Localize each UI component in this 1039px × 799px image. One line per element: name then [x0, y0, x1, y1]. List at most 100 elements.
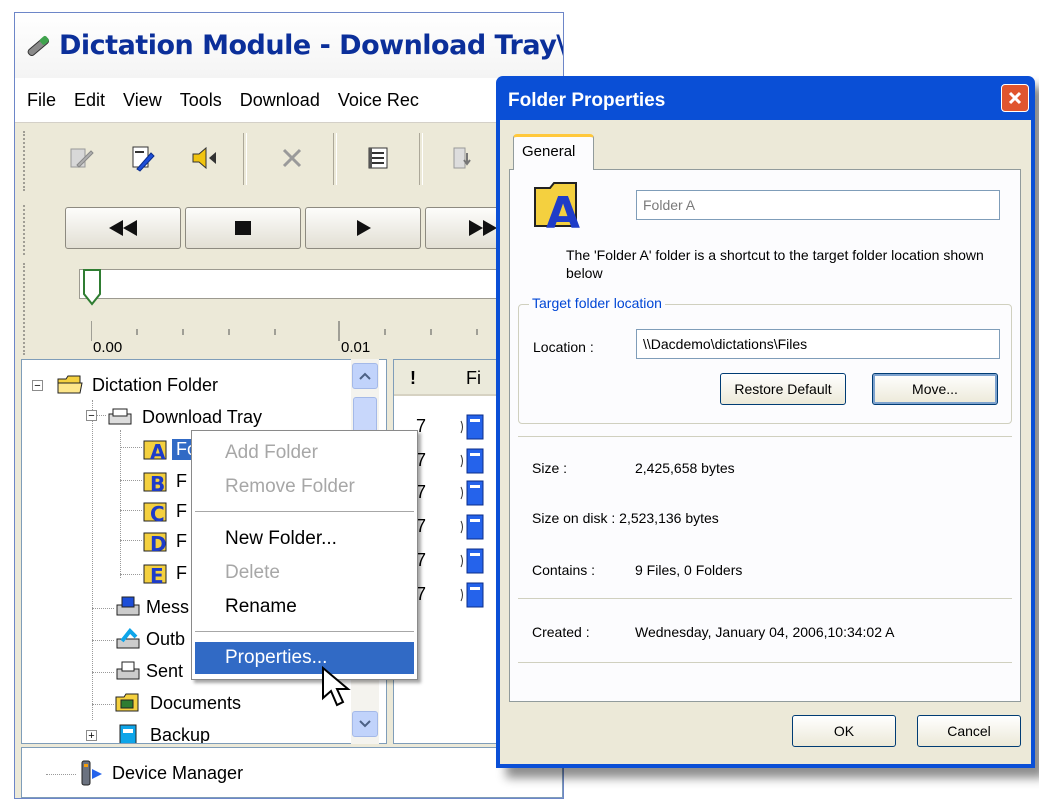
record-dictation-button[interactable]: [119, 135, 165, 181]
properties-list-button[interactable]: [355, 135, 401, 181]
size-value: 2,425,658 bytes: [635, 460, 735, 476]
ruler-ticks: [91, 321, 524, 341]
svg-text:D: D: [150, 532, 167, 555]
toolbar-separator: [243, 133, 247, 185]
scroll-up-button[interactable]: [352, 363, 378, 389]
tree-item-label: Device Manager: [112, 762, 244, 783]
cancel-button[interactable]: Cancel: [917, 715, 1021, 747]
group-title: Target folder location: [529, 295, 665, 311]
restore-default-button[interactable]: Restore Default: [720, 373, 846, 405]
menu-edit[interactable]: Edit: [74, 90, 105, 111]
collapse-toggle[interactable]: −: [32, 380, 43, 392]
tree-item-label: F: [176, 470, 187, 491]
menu-separator: [195, 631, 414, 632]
folder-properties-dialog: Folder Properties A Folder A The 'Folder…: [496, 76, 1035, 768]
menu-bar: File Edit View Tools Download Voice Rec: [15, 78, 563, 123]
edit-dictation-button[interactable]: [57, 135, 103, 181]
list-icon: [368, 147, 388, 169]
stop-icon: [235, 221, 251, 235]
general-tab-panel: A Folder A The 'Folder A' folder is a sh…: [509, 169, 1021, 702]
stop-button[interactable]: [185, 207, 301, 249]
tree-item-documents[interactable]: Documents: [114, 688, 241, 718]
close-x-icon: [282, 148, 302, 168]
toolbar-separator: [333, 133, 337, 185]
audio-file-icon: [460, 582, 484, 608]
tree-item-label: Documents: [150, 692, 242, 713]
tab-general[interactable]: General: [513, 134, 594, 170]
audio-file-icon: [460, 514, 484, 540]
tree-item-label: Mess: [146, 596, 190, 617]
slider-thumb-icon[interactable]: [82, 268, 102, 306]
divider: [518, 436, 1012, 437]
column-header-file[interactable]: Fi: [466, 368, 481, 389]
menu-item-new-folder[interactable]: New Folder...: [195, 523, 414, 555]
title-bar[interactable]: Dictation Module - Download Tray\Folder: [15, 13, 563, 78]
menu-view[interactable]: View: [123, 90, 162, 111]
menu-item-properties[interactable]: Properties...: [195, 642, 414, 674]
menu-separator: [195, 511, 414, 512]
play-button[interactable]: [305, 207, 421, 249]
sent-tray-icon: [116, 661, 140, 680]
rewind-icon: [109, 220, 137, 236]
delete-button[interactable]: [269, 135, 315, 181]
close-icon: [1008, 91, 1022, 105]
menu-item-rename[interactable]: Rename: [195, 591, 414, 623]
speaker-icon: [192, 146, 216, 170]
location-label: Location :: [533, 339, 594, 355]
menu-item-delete[interactable]: Delete: [195, 557, 414, 589]
tree-item-label: Download Tray: [142, 406, 263, 427]
tree-item-messages[interactable]: Mess: [114, 592, 189, 622]
tree-item-backup[interactable]: Backup: [114, 720, 211, 744]
tree-item-folder-e[interactable]: E F: [142, 558, 187, 588]
menu-item-add-folder[interactable]: Add Folder: [195, 437, 414, 469]
svg-text:A: A: [546, 188, 580, 232]
tree-item-device-manager[interactable]: Device Manager: [76, 758, 243, 788]
backup-icon: [119, 724, 137, 743]
tree-item-outbox[interactable]: Outb: [114, 624, 185, 654]
dialog-title: Folder Properties: [508, 90, 666, 111]
svg-text:C: C: [150, 502, 165, 525]
rewind-button[interactable]: [65, 207, 181, 249]
folder-b-icon: B: [143, 472, 167, 495]
contains-label: Contains :: [532, 562, 596, 578]
page-pen-icon: [132, 146, 155, 172]
transfer-button[interactable]: [439, 135, 485, 181]
toolbar-grip[interactable]: [23, 205, 29, 255]
audio-file-icon: [460, 548, 484, 574]
volume-button[interactable]: [181, 135, 227, 181]
device-manager-icon: [81, 760, 102, 786]
collapse-toggle[interactable]: −: [86, 410, 97, 422]
tree-item-download-tray[interactable]: Download Tray: [106, 402, 262, 432]
tree-item-dictation-folder[interactable]: Dictation Folder: [56, 370, 218, 400]
folder-name-field[interactable]: Folder A: [636, 190, 1000, 220]
dialog-close-button[interactable]: [1001, 84, 1029, 112]
menu-file[interactable]: File: [27, 90, 56, 111]
menu-tools[interactable]: Tools: [180, 90, 222, 111]
scroll-down-button[interactable]: [352, 711, 378, 737]
time-ruler: 0.00 0.01: [91, 321, 561, 357]
position-slider-track[interactable]: [79, 269, 549, 299]
move-button[interactable]: Move...: [872, 373, 998, 405]
shortcut-description: The 'Folder A' folder is a shortcut to t…: [566, 247, 984, 281]
open-folder-icon: [57, 375, 83, 394]
menu-voice-recorder[interactable]: Voice Rec: [338, 90, 419, 111]
column-header-priority[interactable]: !: [410, 368, 416, 389]
tree-item-folder-b[interactable]: B F: [142, 466, 187, 496]
toolbar-grip[interactable]: [23, 131, 29, 191]
location-field[interactable]: \\Dacdemo\dictations\Files: [636, 329, 1000, 359]
ok-button[interactable]: OK: [792, 715, 896, 747]
expand-toggle[interactable]: +: [86, 730, 97, 742]
created-value: Wednesday, January 04, 2006,10:34:02 A: [635, 624, 895, 640]
position-slider-area: 0.00 0.01: [15, 259, 563, 359]
tree-item-label: Backup: [150, 724, 211, 744]
menu-download[interactable]: Download: [240, 90, 320, 111]
svg-text:B: B: [150, 472, 165, 495]
folder-a-large-icon: A: [534, 182, 580, 232]
tree-item-sent[interactable]: Sent: [114, 656, 183, 686]
toolbar-separator: [419, 133, 423, 185]
tree-item-folder-c[interactable]: C F: [142, 496, 187, 526]
menu-item-remove-folder[interactable]: Remove Folder: [195, 471, 414, 503]
tree-item-folder-d[interactable]: D F: [142, 526, 187, 556]
play-icon: [357, 220, 371, 236]
toolbar-grip[interactable]: [23, 263, 29, 355]
